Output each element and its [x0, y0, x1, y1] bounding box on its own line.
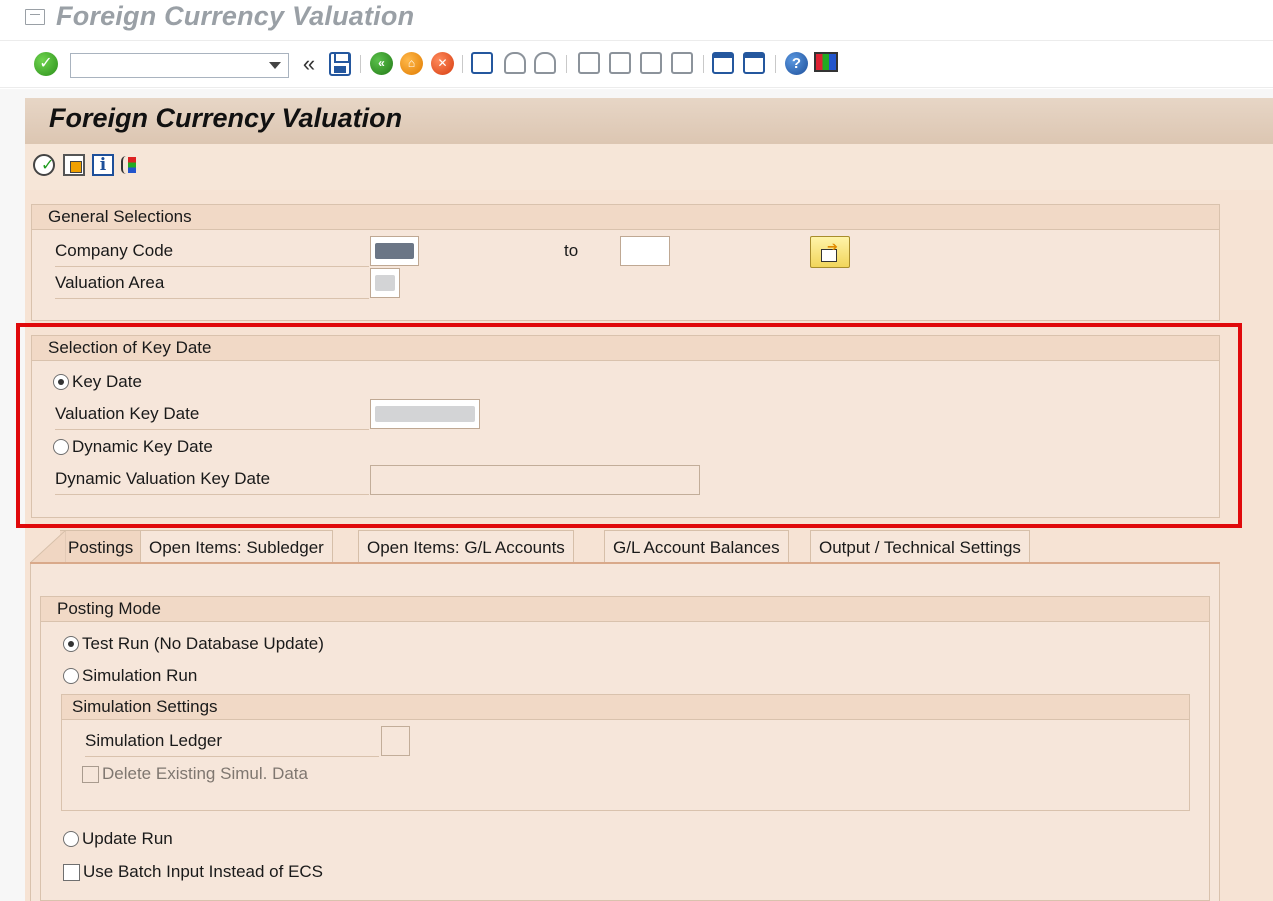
toolbar-separator [566, 55, 567, 73]
update-run-label: Update Run [82, 829, 173, 848]
help-icon[interactable]: ? [785, 52, 808, 75]
valuation-key-date-input[interactable] [370, 399, 480, 429]
toolbar-separator [360, 55, 361, 73]
back-icon[interactable]: « [370, 52, 393, 75]
enter-check-icon[interactable]: ✓ [34, 52, 58, 76]
test-run-radio[interactable] [63, 636, 79, 652]
dynamic-key-date-radio-option[interactable]: Dynamic Key Date [53, 432, 213, 462]
delete-existing-simul-option[interactable]: Delete Existing Simul. Data [82, 759, 308, 789]
get-variant-icon[interactable] [63, 154, 85, 176]
application-toolbar: i [25, 144, 1273, 190]
new-session-icon[interactable] [712, 52, 734, 74]
key-date-radio-option[interactable]: Key Date [53, 367, 142, 397]
standard-toolbar: ✓ « « ⌂ ✕ ? [0, 40, 1273, 88]
simulation-ledger-input[interactable] [381, 726, 410, 756]
simulation-run-label: Simulation Run [82, 666, 198, 685]
toolbar-separator [775, 55, 776, 73]
general-selections-title: General Selections [32, 205, 1219, 230]
batch-input-label: Use Batch Input Instead of ECS [83, 862, 324, 881]
simulation-run-radio[interactable] [63, 668, 79, 684]
window-title-bar: Foreign Currency Valuation [0, 0, 1273, 38]
toolbar-separator [462, 55, 463, 73]
dynamic-valuation-key-date-label: Dynamic Valuation Key Date [55, 464, 369, 495]
toolbar-separator [703, 55, 704, 73]
first-page-icon[interactable] [578, 52, 600, 74]
tab-open-items-subledger[interactable]: Open Items: Subledger [140, 530, 333, 563]
find-icon[interactable] [504, 52, 526, 74]
delete-existing-simul-label: Delete Existing Simul. Data [102, 764, 308, 783]
tab-gl-account-balances[interactable]: G/L Account Balances [604, 530, 789, 563]
customize-layout-icon[interactable] [814, 52, 838, 72]
to-label: to [564, 241, 579, 260]
update-run-radio[interactable] [63, 831, 79, 847]
save-icon[interactable] [329, 52, 351, 76]
screen-header: Foreign Currency Valuation [25, 98, 1273, 144]
simulation-run-radio-option[interactable]: Simulation Run [63, 661, 197, 691]
key-date-radio[interactable] [53, 374, 69, 390]
collapse-command-field-icon[interactable]: « [298, 52, 320, 76]
command-field[interactable] [70, 53, 289, 78]
posting-mode-title: Posting Mode [41, 597, 1209, 622]
company-code-to-input[interactable] [620, 236, 670, 266]
page-title: Foreign Currency Valuation [49, 103, 403, 133]
test-run-label: Test Run (No Database Update) [82, 634, 324, 653]
key-date-radio-label: Key Date [72, 372, 142, 391]
batch-input-option[interactable]: Use Batch Input Instead of ECS [63, 857, 323, 887]
previous-page-icon[interactable] [609, 52, 631, 74]
active-tab-corner [30, 530, 66, 563]
print-icon[interactable] [471, 52, 493, 74]
valuation-area-label: Valuation Area [55, 268, 369, 299]
find-next-icon[interactable] [534, 52, 556, 74]
window-title: Foreign Currency Valuation [56, 1, 415, 31]
execute-icon[interactable] [33, 154, 55, 176]
selection-options-icon[interactable] [121, 154, 141, 176]
company-code-from-input[interactable] [370, 236, 419, 266]
chevron-down-icon[interactable] [268, 57, 282, 71]
multiple-selection-button[interactable] [810, 236, 850, 268]
update-run-radio-option[interactable]: Update Run [63, 824, 173, 854]
create-shortcut-icon[interactable] [743, 52, 765, 74]
simulation-settings-title: Simulation Settings [62, 695, 1189, 720]
test-run-radio-option[interactable]: Test Run (No Database Update) [63, 629, 324, 659]
valuation-area-input[interactable] [370, 268, 400, 298]
cancel-icon[interactable]: ✕ [431, 52, 454, 75]
last-page-icon[interactable] [671, 52, 693, 74]
company-code-label: Company Code [55, 236, 369, 267]
next-page-icon[interactable] [640, 52, 662, 74]
info-icon[interactable]: i [92, 154, 114, 176]
dynamic-key-date-radio[interactable] [53, 439, 69, 455]
key-date-selection-title: Selection of Key Date [32, 336, 1219, 361]
tab-output-technical-settings[interactable]: Output / Technical Settings [810, 530, 1030, 563]
tab-strip: Postings Open Items: Subledger Open Item… [30, 530, 1220, 563]
dynamic-key-date-radio-label: Dynamic Key Date [72, 437, 213, 456]
delete-existing-simul-checkbox[interactable] [82, 765, 99, 783]
simulation-ledger-label: Simulation Ledger [85, 726, 379, 757]
tab-open-items-gl-accounts[interactable]: Open Items: G/L Accounts [358, 530, 574, 563]
transaction-icon [25, 9, 45, 25]
tab-postings[interactable]: Postings [60, 530, 143, 563]
valuation-key-date-label: Valuation Key Date [55, 399, 369, 430]
exit-icon[interactable]: ⌂ [400, 52, 423, 75]
batch-input-checkbox[interactable] [63, 863, 80, 881]
dynamic-valuation-key-date-input[interactable] [370, 465, 700, 495]
